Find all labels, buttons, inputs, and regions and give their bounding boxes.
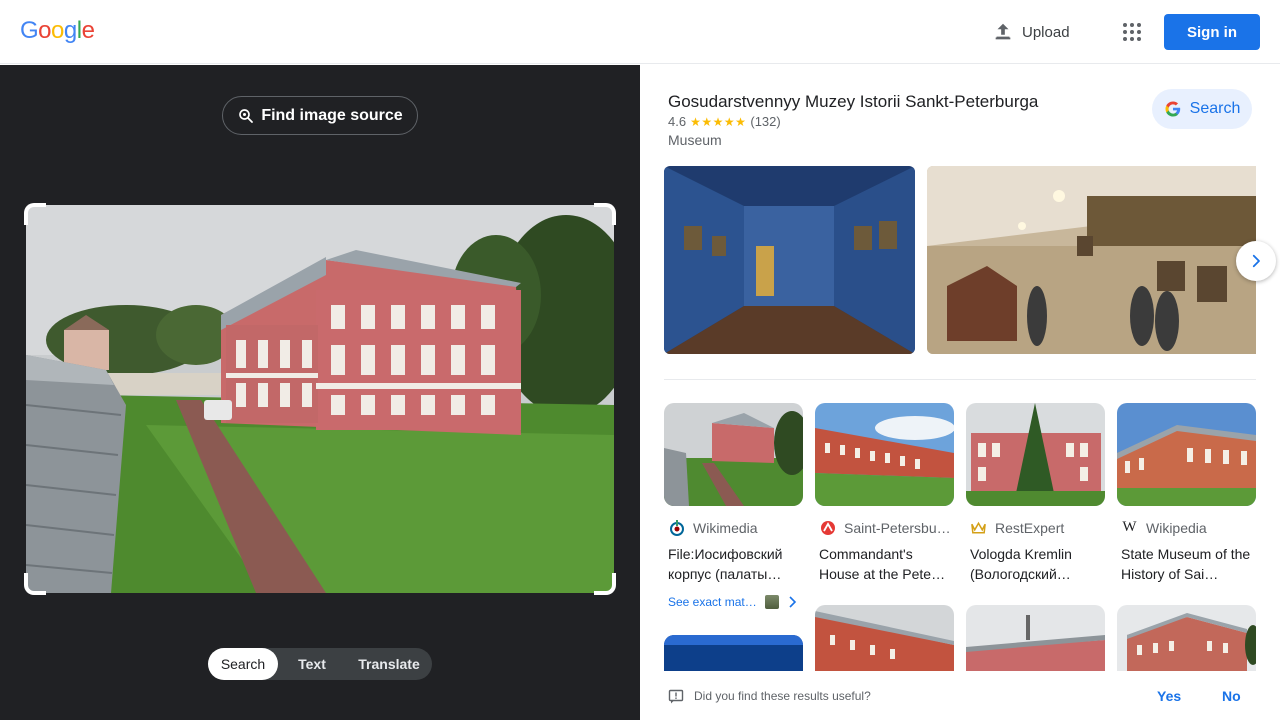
logo-letter: o xyxy=(51,17,64,44)
chevron-right-icon xyxy=(1252,254,1260,268)
result-title: File:Иосифовский корпус (палаты… xyxy=(668,546,783,582)
lens-search-icon xyxy=(239,108,254,123)
feedback-question: Did you find these results useful? xyxy=(694,689,871,703)
place-type: Museum xyxy=(668,132,722,148)
knowledge-panel-search-label: Search xyxy=(1189,100,1241,117)
result-thumbnail xyxy=(1117,403,1256,506)
crop-handle-bottom-right[interactable] xyxy=(594,573,616,595)
knowledge-panel-search-button[interactable]: Search xyxy=(1152,89,1252,129)
mode-text-tab[interactable]: Text xyxy=(278,648,346,680)
visual-match-card[interactable] xyxy=(664,635,803,671)
rating-row: 4.6 ★★★★★ (132) xyxy=(668,114,781,129)
logo-letter: G xyxy=(20,17,39,44)
knowledge-panel-title[interactable]: Gosudarstvennyy Muzey Istorii Sankt-Pete… xyxy=(668,92,1038,112)
find-image-source-label: Find image source xyxy=(261,106,403,124)
see-exact-matches-link[interactable]: See exact mat… xyxy=(668,595,797,609)
feedback-no-button[interactable]: No xyxy=(1222,688,1241,704)
restexpert-icon xyxy=(970,519,987,536)
wikimedia-icon xyxy=(668,519,685,536)
apps-grid-icon[interactable] xyxy=(1120,20,1144,44)
lens-image-pane: Find image source Search Text Translate xyxy=(0,65,640,720)
result-source: Saint-Petersbu… xyxy=(844,519,951,536)
sign-in-button[interactable]: Sign in xyxy=(1164,14,1260,50)
upload-icon xyxy=(995,23,1011,40)
uploaded-photo xyxy=(26,205,614,593)
result-title: Commandant's House at the Pete… xyxy=(819,546,946,582)
crop-handle-top-left[interactable] xyxy=(24,203,46,225)
see-exact-matches-label: See exact mat… xyxy=(668,595,757,609)
result-thumbnail xyxy=(815,403,954,506)
logo-letter: e xyxy=(81,17,95,44)
chevron-right-icon xyxy=(789,596,796,608)
results-pane: Gosudarstvennyy Muzey Istorii Sankt-Pete… xyxy=(640,65,1280,720)
exact-match-thumbnail xyxy=(764,595,779,609)
result-thumbnail xyxy=(966,403,1105,506)
top-bar: Google Upload Sign in xyxy=(0,0,1280,64)
upload-button[interactable]: Upload xyxy=(992,20,1070,44)
rating-value: 4.6 xyxy=(668,114,687,129)
wikipedia-icon: W xyxy=(1122,519,1137,535)
visual-match-card[interactable] xyxy=(1117,605,1256,671)
review-count: (132) xyxy=(750,114,781,129)
logo-letter: g xyxy=(63,17,77,44)
visual-match-card[interactable] xyxy=(966,605,1105,671)
visual-match-card[interactable]: Wikimedia File:Иосифовский корпус (палат… xyxy=(664,403,803,584)
crop-handle-top-right[interactable] xyxy=(594,203,616,225)
logo-letter: o xyxy=(38,17,52,44)
google-logo[interactable]: Google xyxy=(20,17,95,45)
section-divider xyxy=(664,379,1256,380)
visual-match-card[interactable] xyxy=(815,605,954,671)
mode-translate-tab[interactable]: Translate xyxy=(346,648,432,680)
mode-search-tab[interactable]: Search xyxy=(208,648,278,680)
result-source: Wikimedia xyxy=(693,519,758,536)
lens-mode-switcher: Search Text Translate xyxy=(208,648,432,680)
result-source: Wikipedia xyxy=(1146,519,1207,536)
visual-match-card[interactable]: RestExpert Vologda Kremlin (Вологодский… xyxy=(966,403,1105,584)
visual-match-card[interactable]: Saint-Petersbu… Commandant's House at th… xyxy=(815,403,954,584)
google-g-icon xyxy=(1165,101,1180,117)
next-images-button[interactable] xyxy=(1236,241,1276,281)
upload-label: Upload xyxy=(1022,23,1070,41)
visual-match-card[interactable]: W Wikipedia State Museum of the History … xyxy=(1117,403,1256,584)
result-source: RestExpert xyxy=(995,519,1065,536)
result-thumbnail xyxy=(664,403,803,506)
result-title: Vologda Kremlin (Вологодский… xyxy=(970,546,1072,582)
museum-photo[interactable] xyxy=(927,166,1256,354)
find-image-source-button[interactable]: Find image source xyxy=(222,96,418,135)
feedback-icon xyxy=(668,689,684,704)
feedback-yes-button[interactable]: Yes xyxy=(1157,688,1181,704)
crop-handle-bottom-left[interactable] xyxy=(24,573,46,595)
selection-area[interactable] xyxy=(24,203,616,595)
museum-photo[interactable] xyxy=(664,166,915,354)
result-title: State Museum of the History of Sai… xyxy=(1121,546,1251,582)
spb-icon xyxy=(819,519,836,536)
star-rating-icon: ★★★★★ xyxy=(690,114,747,129)
feedback-bar: Did you find these results useful? Yes N… xyxy=(640,671,1280,720)
